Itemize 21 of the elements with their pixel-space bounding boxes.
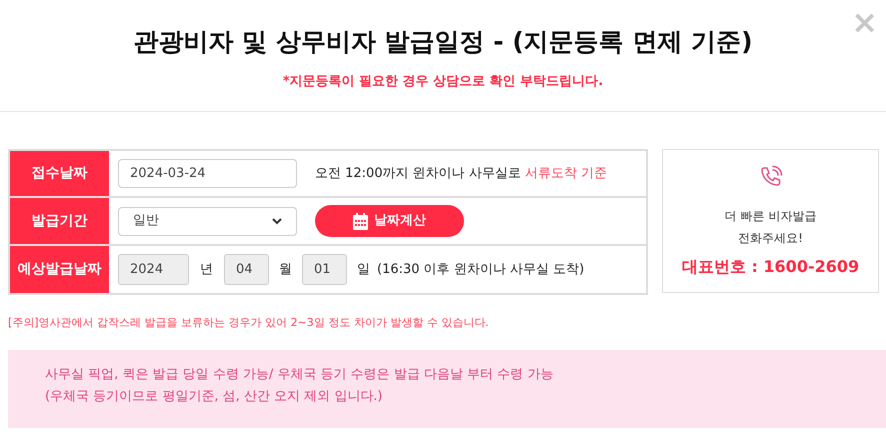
row-label: 접수날짜 <box>10 151 109 196</box>
warning-text: [주의]영사관에서 갑작스레 발급을 보류하는 경우가 있어 2~3일 정도 차이가 발생할 수 있습니다. <box>8 315 490 331</box>
call-prompt: 더 빠른 비자발급 <box>724 208 816 225</box>
period-select[interactable]: 일반 <box>118 206 297 236</box>
arrival-note: (16:30 이후 윈차이나 사무실 도착) <box>377 260 584 279</box>
row-label: 예상발급날짜 <box>10 246 109 293</box>
info-text: (우체국 등기이므로 평일기준, 섬, 산간 오지 제외 입니다.) <box>45 388 384 404</box>
fingerprint-notice: *지문등록이 필요한 경우 상담으로 확인 부탁드립니다. <box>282 73 604 91</box>
calendar-icon <box>353 212 368 230</box>
chevron-down-icon <box>272 218 282 224</box>
receipt-date-field[interactable]: 2024-03-24 <box>118 159 297 188</box>
call-prompt: 전화주세요! <box>738 230 803 247</box>
day-unit: 일 <box>357 260 370 279</box>
info-text: 사무실 픽업, 퀵은 발급 당일 수령 가능/ 우체국 등기 수령은 발급 다음날 부터 수령 가능 <box>45 366 554 382</box>
calculate-date-button[interactable]: 날짜계산 <box>315 205 464 237</box>
dialog-title: 관광비자 및 상무비자 발급일정 - (지문등록 면제 기준) <box>133 26 753 58</box>
phone-number: 대표번호 : 1600-2609 <box>682 256 860 278</box>
month-unit: 월 <box>279 260 292 279</box>
year-unit: 년 <box>200 260 213 279</box>
receipt-note: 오전 12:00까지 윈차이나 사무실로 서류도착 기준 <box>315 164 608 183</box>
row-label: 발급기간 <box>10 198 109 244</box>
